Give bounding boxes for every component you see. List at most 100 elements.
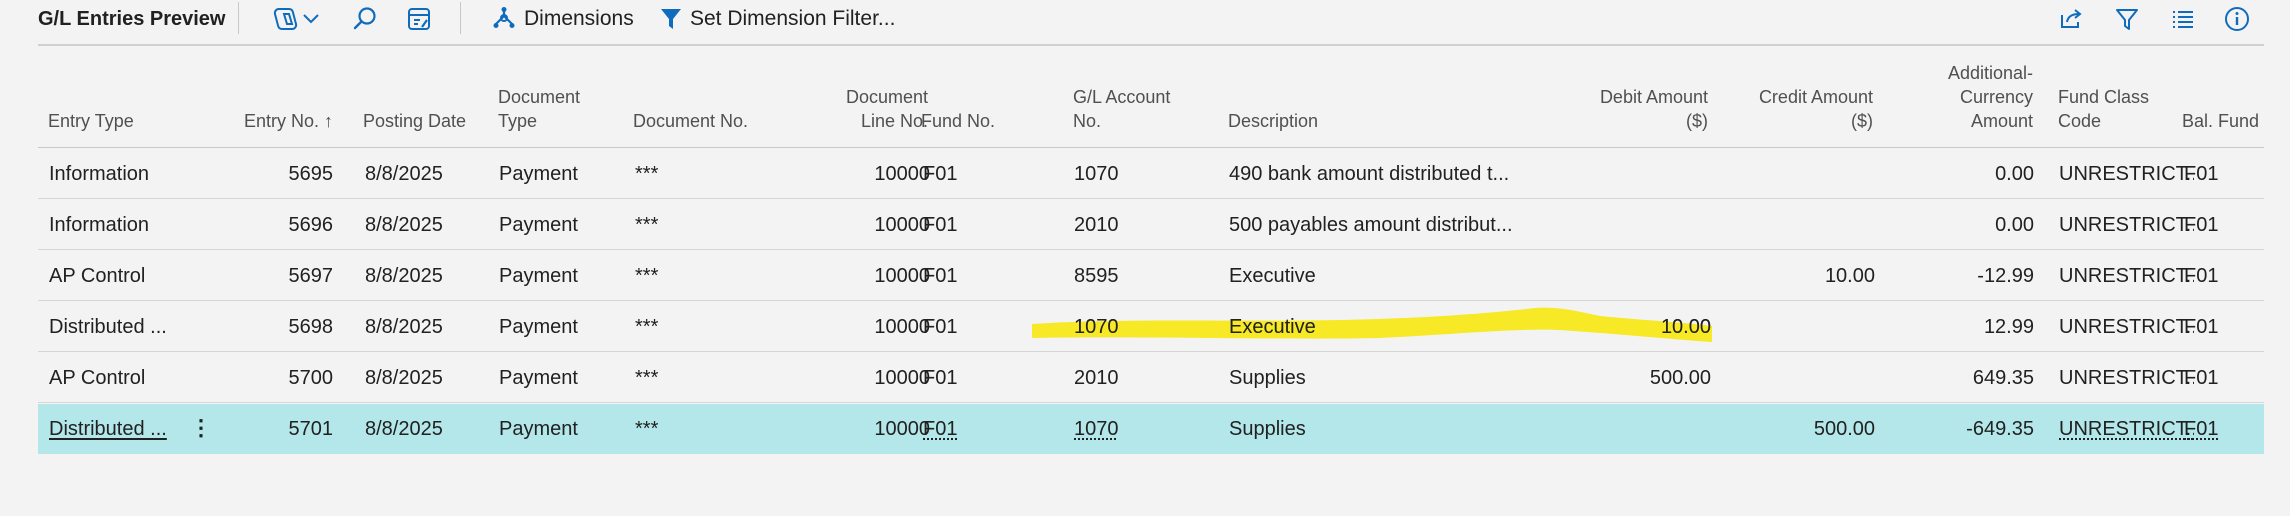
table-row[interactable]: AP Control 5700 8/8/2025 Payment *** 100… bbox=[38, 353, 2264, 403]
cell-fund-class-code: UNRESTRICT... bbox=[2059, 316, 2194, 338]
table-row[interactable]: Information 5696 8/8/2025 Payment *** 10… bbox=[38, 200, 2264, 250]
column-header-label: Debit Amount bbox=[1599, 87, 1708, 107]
filter-icon[interactable] bbox=[2112, 0, 2142, 38]
column-header-posting-date[interactable]: Posting Date bbox=[363, 109, 466, 133]
column-header-label: Document No. bbox=[633, 111, 749, 131]
set-dimension-filter-label: Set Dimension Filter... bbox=[690, 7, 896, 30]
cell-entry-type[interactable]: Information bbox=[49, 200, 189, 250]
cell-entry-no: 5701 bbox=[288, 418, 334, 440]
grid-header: Entry Type Entry No. ↑ Posting Date Docu… bbox=[38, 55, 2264, 147]
share-icon[interactable] bbox=[2056, 0, 2086, 38]
edit-list-icon[interactable] bbox=[404, 0, 434, 38]
cell-entry-type[interactable]: AP Control bbox=[49, 353, 189, 403]
toolbar-divider bbox=[460, 2, 461, 34]
table-row-selected[interactable]: Distributed ... ⋮ 5701 8/8/2025 Payment … bbox=[38, 404, 2264, 454]
cell-fund-no-link[interactable]: F01 bbox=[923, 404, 957, 454]
cell-description: Supplies bbox=[1229, 418, 1306, 440]
cell-bal-fund-no-link[interactable]: F01 bbox=[2184, 404, 2218, 454]
info-icon[interactable] bbox=[2222, 0, 2252, 38]
column-header-label: Document bbox=[845, 87, 928, 107]
column-header-label: Entry No. ↑ bbox=[243, 111, 333, 131]
column-header-credit-amount[interactable]: Credit Amount ($) bbox=[1688, 85, 1873, 133]
cell-document-line-no: 10000 bbox=[874, 163, 930, 185]
cell-debit-amount bbox=[1518, 149, 1711, 199]
column-header-label: No. bbox=[1073, 111, 1102, 131]
cell-gl-account-no: 1070 bbox=[1074, 163, 1119, 185]
cell-debit-amount bbox=[1518, 404, 1711, 454]
cell-posting-date: 8/8/2025 bbox=[365, 367, 443, 389]
toolbar-divider bbox=[238, 2, 239, 34]
cell-posting-date: 8/8/2025 bbox=[365, 214, 443, 236]
chevron-down-icon[interactable] bbox=[302, 0, 320, 38]
cell-document-line-no: 10000 bbox=[874, 265, 930, 287]
cell-bal-fund-no: F01 bbox=[2184, 214, 2219, 236]
column-header-document-no[interactable]: Document No. bbox=[633, 109, 748, 133]
column-header-fund-no[interactable]: Fund No. bbox=[921, 109, 995, 133]
cell-fund-class-code: UNRESTRICT... bbox=[2059, 367, 2194, 389]
column-header-document-type[interactable]: Document Type bbox=[498, 85, 580, 133]
column-header-label: Fund Class bbox=[2058, 87, 2150, 107]
cell-bal-fund-no: F01 bbox=[2184, 265, 2219, 287]
cell-document-no: *** bbox=[635, 418, 659, 440]
column-header-document-line-no[interactable]: Document Line No. bbox=[778, 85, 928, 133]
cell-posting-date: 8/8/2025 bbox=[365, 265, 443, 287]
cell-gl-account-no: 2010 bbox=[1074, 367, 1119, 389]
cell-document-line-no: 10000 bbox=[874, 418, 930, 440]
toolbar-divider-line bbox=[38, 44, 2264, 46]
column-header-entry-no[interactable]: Entry No. ↑ bbox=[188, 109, 333, 133]
cell-document-type: Payment bbox=[499, 316, 578, 338]
dimensions-icon bbox=[492, 6, 516, 32]
cell-gl-account-no-link[interactable]: 1070 bbox=[1074, 404, 1119, 454]
cell-fund-no: F01 bbox=[923, 163, 958, 185]
cell-fund-no: F01 bbox=[923, 265, 958, 287]
column-header-label: Entry Type bbox=[48, 111, 134, 131]
cell-entry-no: 5700 bbox=[288, 367, 334, 389]
cell-document-no: *** bbox=[635, 367, 659, 389]
cell-description: Supplies bbox=[1229, 367, 1306, 389]
cell-document-line-no: 10000 bbox=[874, 367, 930, 389]
cell-entry-type[interactable]: Information bbox=[49, 149, 189, 199]
cell-entry-no: 5695 bbox=[288, 163, 334, 185]
table-row[interactable]: Information 5695 8/8/2025 Payment *** 10… bbox=[38, 149, 2264, 199]
column-header-entry-type[interactable]: Entry Type bbox=[48, 109, 134, 133]
column-header-additional-currency-amount[interactable]: Additional- Currency Amount bbox=[1888, 61, 2033, 133]
column-header-gl-account-no[interactable]: G/L Account No. bbox=[1073, 85, 1170, 133]
cell-credit-amount: 500.00 bbox=[1813, 418, 1875, 440]
cell-additional-currency-amount: 0.00 bbox=[1995, 163, 2034, 185]
column-header-fund-class-code[interactable]: Fund Class Code bbox=[2058, 85, 2149, 133]
cell-entry-type[interactable]: AP Control bbox=[49, 251, 189, 301]
cell-additional-currency-amount: 649.35 bbox=[1972, 367, 2034, 389]
cell-entry-type[interactable]: Distributed ... bbox=[49, 302, 189, 352]
cell-bal-fund-no: F01 bbox=[2184, 163, 2219, 185]
cell-additional-currency-amount: -12.99 bbox=[1977, 265, 2034, 287]
list-view-icon[interactable] bbox=[2168, 0, 2198, 38]
table-row[interactable]: Distributed ... 5698 8/8/2025 Payment **… bbox=[38, 302, 2264, 352]
cell-fund-class-code-link[interactable]: UNRESTRICT... bbox=[2059, 404, 2194, 454]
cell-document-type: Payment bbox=[499, 367, 578, 389]
cell-additional-currency-amount: 12.99 bbox=[1983, 316, 2034, 338]
column-header-description[interactable]: Description bbox=[1228, 109, 1318, 133]
cell-document-no: *** bbox=[635, 316, 659, 338]
filter-funnel-icon bbox=[660, 7, 682, 31]
column-header-label: G/L Account bbox=[1073, 87, 1171, 107]
action-bar: G/L Entries Preview Dimensions Set Dimen… bbox=[0, 0, 2290, 38]
table-row[interactable]: AP Control 5697 8/8/2025 Payment *** 100… bbox=[38, 251, 2264, 301]
column-header-label: Type bbox=[498, 111, 538, 131]
cell-document-type: Payment bbox=[499, 265, 578, 287]
cell-document-no: *** bbox=[635, 163, 659, 185]
copilot-icon[interactable] bbox=[270, 0, 304, 38]
dimensions-button[interactable]: Dimensions bbox=[492, 0, 634, 38]
column-header-debit-amount[interactable]: Debit Amount ($) bbox=[1518, 85, 1708, 133]
search-icon[interactable] bbox=[350, 0, 380, 38]
cell-fund-no: F01 bbox=[923, 367, 958, 389]
header-divider bbox=[38, 147, 2264, 148]
cell-debit-amount bbox=[1518, 251, 1711, 301]
set-dimension-filter-button[interactable]: Set Dimension Filter... bbox=[660, 0, 895, 38]
column-header-label: Fund No. bbox=[921, 111, 996, 131]
cell-entry-no: 5698 bbox=[288, 316, 334, 338]
cell-credit-amount bbox=[1688, 149, 1875, 199]
cell-debit-amount bbox=[1518, 200, 1711, 250]
cell-credit-amount bbox=[1688, 302, 1875, 352]
cell-entry-type[interactable]: Distributed ... bbox=[49, 404, 172, 454]
column-header-bal-fund-no[interactable]: Bal. Fund N bbox=[2182, 109, 2264, 133]
